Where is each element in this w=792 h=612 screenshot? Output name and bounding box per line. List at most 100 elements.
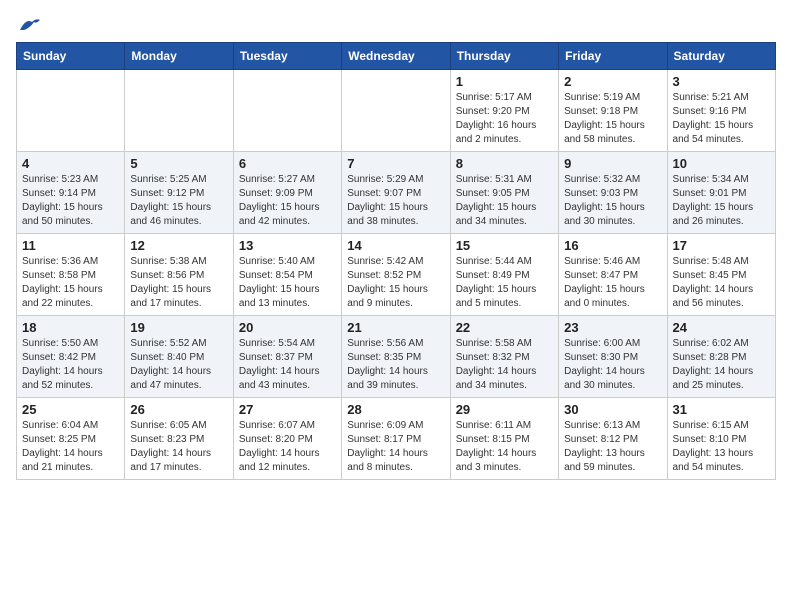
day-number: 27 [239,402,336,417]
week-row-4: 18Sunrise: 5:50 AM Sunset: 8:42 PM Dayli… [17,316,776,398]
day-info: Sunrise: 5:38 AM Sunset: 8:56 PM Dayligh… [130,255,227,311]
week-row-5: 25 Sunrise: 6:04 AM Sunset: 8:25 PM Dayli… [17,398,776,480]
weekday-header-friday: Friday [559,43,667,70]
calendar-cell: 24 Sunrise: 6:02 AM Sunset: 8:28 PM Dayli… [667,316,775,398]
weekday-header-monday: Monday [125,43,233,70]
day-number: 1 [456,74,553,89]
day-info: Sunrise: 5:54 AM Sunset: 8:37 PM Dayligh… [239,337,336,393]
calendar-cell [342,70,450,152]
day-number: 13 [239,238,336,253]
weekday-header-wednesday: Wednesday [342,43,450,70]
day-number: 10 [673,156,770,171]
day-info: Sunrise: 6:11 AM Sunset: 8:15 PM Dayligh… [456,419,553,475]
calendar-cell: 16 Sunrise: 5:46 AM Sunset: 8:47 PM Dayli… [559,234,667,316]
week-row-1: 1 Sunrise: 5:17 AM Sunset: 9:20 PM Daylig… [17,70,776,152]
day-number: 7 [347,156,444,171]
day-number: 28 [347,402,444,417]
calendar-cell: 15Sunrise: 5:44 AM Sunset: 8:49 PM Dayli… [450,234,558,316]
logo-bird-icon [18,16,40,34]
day-number: 22 [456,320,553,335]
day-info: Sunrise: 6:07 AM Sunset: 8:20 PM Dayligh… [239,419,336,475]
day-info: Sunrise: 5:48 AM Sunset: 8:45 PM Dayligh… [673,255,770,311]
day-info: Sunrise: 5:42 AM Sunset: 8:52 PM Dayligh… [347,255,444,311]
day-info: Sunrise: 5:29 AM Sunset: 9:07 PM Dayligh… [347,173,444,229]
day-info: Sunrise: 6:02 AM Sunset: 8:28 PM Dayligh… [673,337,770,393]
day-number: 30 [564,402,661,417]
calendar-cell: 13 Sunrise: 5:40 AM Sunset: 8:54 PM Dayli… [233,234,341,316]
day-number: 19 [130,320,227,335]
day-info: Sunrise: 5:19 AM Sunset: 9:18 PM Dayligh… [564,91,661,147]
calendar-cell: 22Sunrise: 5:58 AM Sunset: 8:32 PM Dayli… [450,316,558,398]
calendar-cell: 5 Sunrise: 5:25 AM Sunset: 9:12 PM Daylig… [125,152,233,234]
calendar-cell: 12 Sunrise: 5:38 AM Sunset: 8:56 PM Dayli… [125,234,233,316]
calendar-cell: 10 Sunrise: 5:34 AM Sunset: 9:01 PM Dayli… [667,152,775,234]
page-header [16,16,776,34]
day-info: Sunrise: 5:52 AM Sunset: 8:40 PM Dayligh… [130,337,227,393]
day-info: Sunrise: 5:56 AM Sunset: 8:35 PM Dayligh… [347,337,444,393]
calendar-cell: 3Sunrise: 5:21 AM Sunset: 9:16 PM Daylig… [667,70,775,152]
weekday-header-sunday: Sunday [17,43,125,70]
day-info: Sunrise: 5:44 AM Sunset: 8:49 PM Dayligh… [456,255,553,311]
calendar-table: SundayMondayTuesdayWednesdayThursdayFrid… [16,42,776,480]
day-info: Sunrise: 6:13 AM Sunset: 8:12 PM Dayligh… [564,419,661,475]
calendar-cell: 28 Sunrise: 6:09 AM Sunset: 8:17 PM Dayli… [342,398,450,480]
day-info: Sunrise: 5:32 AM Sunset: 9:03 PM Dayligh… [564,173,661,229]
calendar-cell: 30 Sunrise: 6:13 AM Sunset: 8:12 PM Dayli… [559,398,667,480]
day-number: 9 [564,156,661,171]
calendar-cell: 26 Sunrise: 6:05 AM Sunset: 8:23 PM Dayli… [125,398,233,480]
day-number: 24 [673,320,770,335]
calendar-cell: 20 Sunrise: 5:54 AM Sunset: 8:37 PM Dayli… [233,316,341,398]
day-info: Sunrise: 5:25 AM Sunset: 9:12 PM Dayligh… [130,173,227,229]
calendar-cell [125,70,233,152]
day-info: Sunrise: 6:09 AM Sunset: 8:17 PM Dayligh… [347,419,444,475]
calendar-cell: 25 Sunrise: 6:04 AM Sunset: 8:25 PM Dayli… [17,398,125,480]
day-number: 8 [456,156,553,171]
day-info: Sunrise: 5:46 AM Sunset: 8:47 PM Dayligh… [564,255,661,311]
calendar-cell: 2 Sunrise: 5:19 AM Sunset: 9:18 PM Daylig… [559,70,667,152]
day-number: 4 [22,156,119,171]
day-number: 3 [673,74,770,89]
day-info: Sunrise: 6:05 AM Sunset: 8:23 PM Dayligh… [130,419,227,475]
day-number: 14 [347,238,444,253]
calendar-cell: 9 Sunrise: 5:32 AM Sunset: 9:03 PM Daylig… [559,152,667,234]
day-number: 26 [130,402,227,417]
weekday-header-thursday: Thursday [450,43,558,70]
weekday-header-saturday: Saturday [667,43,775,70]
day-info: Sunrise: 5:31 AM Sunset: 9:05 PM Dayligh… [456,173,553,229]
day-number: 17 [673,238,770,253]
calendar-cell [17,70,125,152]
day-info: Sunrise: 5:34 AM Sunset: 9:01 PM Dayligh… [673,173,770,229]
week-row-3: 11 Sunrise: 5:36 AM Sunset: 8:58 PM Dayli… [17,234,776,316]
day-number: 2 [564,74,661,89]
day-number: 16 [564,238,661,253]
weekday-header-row: SundayMondayTuesdayWednesdayThursdayFrid… [17,43,776,70]
calendar-cell: 19 Sunrise: 5:52 AM Sunset: 8:40 PM Dayli… [125,316,233,398]
day-info: Sunrise: 5:36 AM Sunset: 8:58 PM Dayligh… [22,255,119,311]
day-info: Sunrise: 5:17 AM Sunset: 9:20 PM Dayligh… [456,91,553,147]
day-number: 31 [673,402,770,417]
day-number: 25 [22,402,119,417]
calendar-cell: 23 Sunrise: 6:00 AM Sunset: 8:30 PM Dayli… [559,316,667,398]
logo [16,16,40,34]
day-info: Sunrise: 5:50 AM Sunset: 8:42 PM Dayligh… [22,337,119,393]
day-info: Sunrise: 6:04 AM Sunset: 8:25 PM Dayligh… [22,419,119,475]
day-number: 21 [347,320,444,335]
calendar-cell: 4 Sunrise: 5:23 AM Sunset: 9:14 PM Daylig… [17,152,125,234]
calendar-cell: 6Sunrise: 5:27 AM Sunset: 9:09 PM Daylig… [233,152,341,234]
day-info: Sunrise: 6:00 AM Sunset: 8:30 PM Dayligh… [564,337,661,393]
day-number: 5 [130,156,227,171]
calendar-cell: 29 Sunrise: 6:11 AM Sunset: 8:15 PM Dayli… [450,398,558,480]
day-number: 29 [456,402,553,417]
weekday-header-tuesday: Tuesday [233,43,341,70]
day-info: Sunrise: 6:15 AM Sunset: 8:10 PM Dayligh… [673,419,770,475]
day-number: 23 [564,320,661,335]
day-number: 6 [239,156,336,171]
day-number: 20 [239,320,336,335]
calendar-cell: 31 Sunrise: 6:15 AM Sunset: 8:10 PM Dayli… [667,398,775,480]
day-number: 12 [130,238,227,253]
day-number: 11 [22,238,119,253]
day-info: Sunrise: 5:23 AM Sunset: 9:14 PM Dayligh… [22,173,119,229]
day-info: Sunrise: 5:40 AM Sunset: 8:54 PM Dayligh… [239,255,336,311]
calendar-cell [233,70,341,152]
week-row-2: 4 Sunrise: 5:23 AM Sunset: 9:14 PM Daylig… [17,152,776,234]
